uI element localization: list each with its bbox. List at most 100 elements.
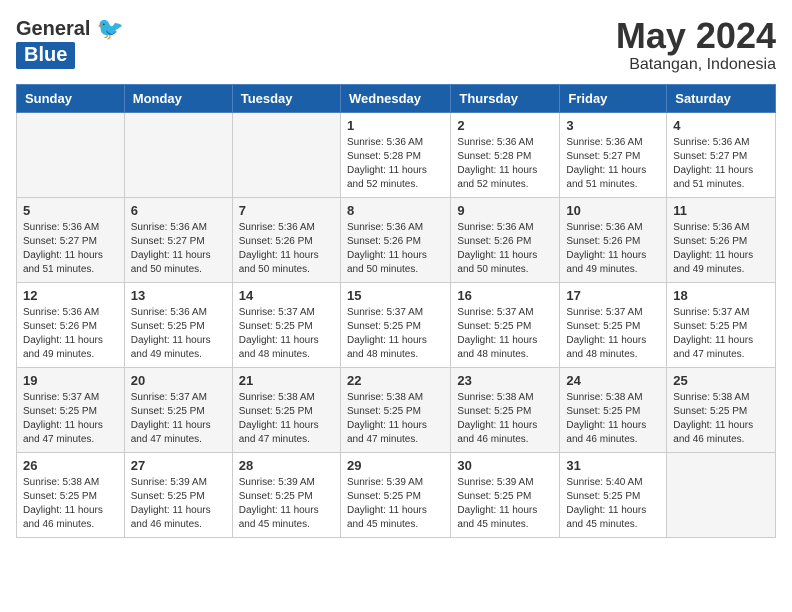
calendar-cell	[232, 112, 340, 197]
day-number: 31	[566, 458, 660, 473]
calendar-cell: 4 Sunrise: 5:36 AM Sunset: 5:27 PM Daylig…	[667, 112, 776, 197]
day-info: Sunrise: 5:36 AM Sunset: 5:28 PM Dayligh…	[457, 136, 553, 192]
day-number: 11	[673, 203, 769, 218]
logo-blue-text: Blue	[16, 42, 75, 69]
day-info: Sunrise: 5:37 AM Sunset: 5:25 PM Dayligh…	[347, 306, 444, 362]
header-row: SundayMondayTuesdayWednesdayThursdayFrid…	[17, 84, 776, 112]
page-header: General 🐦 Blue May 2024 Batangan, Indone…	[16, 16, 776, 74]
day-info: Sunrise: 5:36 AM Sunset: 5:27 PM Dayligh…	[131, 221, 226, 277]
day-number: 9	[457, 203, 553, 218]
calendar-cell: 5 Sunrise: 5:36 AM Sunset: 5:27 PM Daylig…	[17, 197, 125, 282]
day-number: 19	[23, 373, 118, 388]
day-number: 26	[23, 458, 118, 473]
day-number: 10	[566, 203, 660, 218]
day-number: 25	[673, 373, 769, 388]
day-info: Sunrise: 5:38 AM Sunset: 5:25 PM Dayligh…	[347, 391, 444, 447]
calendar-cell: 19Sunrise: 5:37 AM Sunset: 5:25 PM Dayli…	[17, 367, 125, 452]
logo-bird-icon: 🐦	[96, 16, 123, 42]
day-info: Sunrise: 5:38 AM Sunset: 5:25 PM Dayligh…	[457, 391, 553, 447]
calendar-cell	[124, 112, 232, 197]
day-info: Sunrise: 5:39 AM Sunset: 5:25 PM Dayligh…	[239, 476, 334, 532]
day-info: Sunrise: 5:39 AM Sunset: 5:25 PM Dayligh…	[131, 476, 226, 532]
calendar-cell: 11Sunrise: 5:36 AM Sunset: 5:26 PM Dayli…	[667, 197, 776, 282]
calendar-cell: 29 Sunrise: 5:39 AM Sunset: 5:25 PM Dayli…	[340, 452, 450, 537]
day-number: 16	[457, 288, 553, 303]
logo: General 🐦 Blue	[16, 16, 124, 69]
day-number: 13	[131, 288, 226, 303]
calendar-cell: 22 Sunrise: 5:38 AM Sunset: 5:25 PM Dayli…	[340, 367, 450, 452]
day-number: 6	[131, 203, 226, 218]
day-number: 20	[131, 373, 226, 388]
calendar-week-row: 26 Sunrise: 5:38 AM Sunset: 5:25 PM Dayli…	[17, 452, 776, 537]
day-info: Sunrise: 5:38 AM Sunset: 5:25 PM Dayligh…	[566, 391, 660, 447]
main-title: May 2024	[616, 16, 776, 56]
day-header: Friday	[560, 84, 667, 112]
calendar-cell: 27 Sunrise: 5:39 AM Sunset: 5:25 PM Dayli…	[124, 452, 232, 537]
calendar-cell	[667, 452, 776, 537]
calendar-cell: 13 Sunrise: 5:36 AM Sunset: 5:25 PM Dayli…	[124, 282, 232, 367]
day-info: Sunrise: 5:37 AM Sunset: 5:25 PM Dayligh…	[673, 306, 769, 362]
day-number: 5	[23, 203, 118, 218]
day-number: 22	[347, 373, 444, 388]
day-number: 4	[673, 118, 769, 133]
day-info: Sunrise: 5:40 AM Sunset: 5:25 PM Dayligh…	[566, 476, 660, 532]
calendar-cell: 1 Sunrise: 5:36 AM Sunset: 5:28 PM Daylig…	[340, 112, 450, 197]
day-number: 28	[239, 458, 334, 473]
calendar-cell: 23 Sunrise: 5:38 AM Sunset: 5:25 PM Dayli…	[451, 367, 560, 452]
day-number: 24	[566, 373, 660, 388]
day-header: Thursday	[451, 84, 560, 112]
calendar-cell: 20 Sunrise: 5:37 AM Sunset: 5:25 PM Dayli…	[124, 367, 232, 452]
day-info: Sunrise: 5:36 AM Sunset: 5:26 PM Dayligh…	[457, 221, 553, 277]
subtitle: Batangan, Indonesia	[616, 56, 776, 74]
day-number: 15	[347, 288, 444, 303]
calendar-cell: 14 Sunrise: 5:37 AM Sunset: 5:25 PM Dayli…	[232, 282, 340, 367]
day-number: 29	[347, 458, 444, 473]
day-info: Sunrise: 5:36 AM Sunset: 5:26 PM Dayligh…	[23, 306, 118, 362]
day-number: 2	[457, 118, 553, 133]
day-info: Sunrise: 5:38 AM Sunset: 5:25 PM Dayligh…	[673, 391, 769, 447]
logo-general-text: General	[16, 18, 90, 41]
day-info: Sunrise: 5:36 AM Sunset: 5:27 PM Dayligh…	[566, 136, 660, 192]
calendar-cell: 17Sunrise: 5:37 AM Sunset: 5:25 PM Dayli…	[560, 282, 667, 367]
day-number: 14	[239, 288, 334, 303]
day-info: Sunrise: 5:38 AM Sunset: 5:25 PM Dayligh…	[23, 476, 118, 532]
day-info: Sunrise: 5:39 AM Sunset: 5:25 PM Dayligh…	[347, 476, 444, 532]
calendar-week-row: 19 Sunrise: 5:37 AM Sunset: 5:25 PM Dayli…	[17, 367, 776, 452]
calendar-week-row: 1 Sunrise: 5:36 AM Sunset: 5:28 PM Daylig…	[17, 112, 776, 197]
calendar-week-row: 5 Sunrise: 5:36 AM Sunset: 5:27 PM Daylig…	[17, 197, 776, 282]
day-info: Sunrise: 5:36 AM Sunset: 5:27 PM Dayligh…	[673, 136, 769, 192]
calendar-cell: 18 Sunrise: 5:37 AM Sunset: 5:25 PM Dayli…	[667, 282, 776, 367]
day-number: 7	[239, 203, 334, 218]
day-info: Sunrise: 5:36 AM Sunset: 5:27 PM Dayligh…	[23, 221, 118, 277]
calendar-cell: 25 Sunrise: 5:38 AM Sunset: 5:25 PM Dayli…	[667, 367, 776, 452]
day-header: Tuesday	[232, 84, 340, 112]
day-number: 27	[131, 458, 226, 473]
calendar-cell: 6 Sunrise: 5:36 AM Sunset: 5:27 PM Daylig…	[124, 197, 232, 282]
calendar-cell: 10 Sunrise: 5:36 AM Sunset: 5:26 PM Dayli…	[560, 197, 667, 282]
title-block: May 2024 Batangan, Indonesia	[616, 16, 776, 74]
day-number: 8	[347, 203, 444, 218]
day-info: Sunrise: 5:36 AM Sunset: 5:26 PM Dayligh…	[347, 221, 444, 277]
calendar-cell: 7Sunrise: 5:36 AM Sunset: 5:26 PM Daylig…	[232, 197, 340, 282]
day-info: Sunrise: 5:39 AM Sunset: 5:25 PM Dayligh…	[457, 476, 553, 532]
calendar-cell: 30Sunrise: 5:39 AM Sunset: 5:25 PM Dayli…	[451, 452, 560, 537]
day-info: Sunrise: 5:36 AM Sunset: 5:25 PM Dayligh…	[131, 306, 226, 362]
calendar-cell: 28 Sunrise: 5:39 AM Sunset: 5:25 PM Dayli…	[232, 452, 340, 537]
calendar-cell: 9 Sunrise: 5:36 AM Sunset: 5:26 PM Daylig…	[451, 197, 560, 282]
day-info: Sunrise: 5:37 AM Sunset: 5:25 PM Dayligh…	[239, 306, 334, 362]
day-number: 21	[239, 373, 334, 388]
calendar-week-row: 12Sunrise: 5:36 AM Sunset: 5:26 PM Dayli…	[17, 282, 776, 367]
day-number: 18	[673, 288, 769, 303]
calendar-cell: 21Sunrise: 5:38 AM Sunset: 5:25 PM Dayli…	[232, 367, 340, 452]
day-info: Sunrise: 5:37 AM Sunset: 5:25 PM Dayligh…	[131, 391, 226, 447]
day-info: Sunrise: 5:36 AM Sunset: 5:28 PM Dayligh…	[347, 136, 444, 192]
day-number: 23	[457, 373, 553, 388]
day-number: 1	[347, 118, 444, 133]
calendar-cell: 16Sunrise: 5:37 AM Sunset: 5:25 PM Dayli…	[451, 282, 560, 367]
calendar-cell: 26 Sunrise: 5:38 AM Sunset: 5:25 PM Dayli…	[17, 452, 125, 537]
day-header: Saturday	[667, 84, 776, 112]
calendar-table: SundayMondayTuesdayWednesdayThursdayFrid…	[16, 84, 776, 538]
day-info: Sunrise: 5:36 AM Sunset: 5:26 PM Dayligh…	[566, 221, 660, 277]
calendar-cell: 15 Sunrise: 5:37 AM Sunset: 5:25 PM Dayli…	[340, 282, 450, 367]
calendar-cell: 2 Sunrise: 5:36 AM Sunset: 5:28 PM Daylig…	[451, 112, 560, 197]
